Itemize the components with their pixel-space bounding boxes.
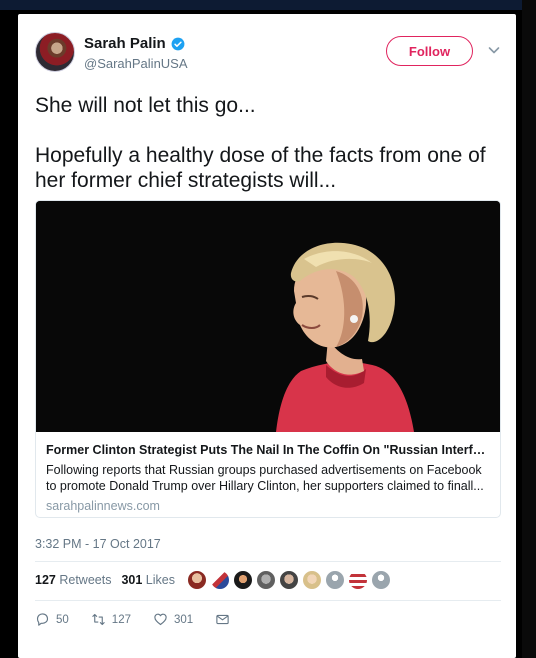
tweet-header: Sarah Palin @SarahPalinUSA Follow xyxy=(18,14,516,84)
liker-avatar[interactable] xyxy=(347,570,368,590)
liker-avatar[interactable] xyxy=(370,570,391,590)
liker-avatars xyxy=(186,570,391,590)
like-button[interactable]: 301 xyxy=(153,612,193,627)
reply-button[interactable]: 50 xyxy=(35,612,69,627)
retweets-label: Retweets xyxy=(59,573,112,587)
tweet-container: Sarah Palin @SarahPalinUSA Follow She wi… xyxy=(18,14,516,658)
card-domain[interactable]: sarahpalinnews.com xyxy=(46,499,490,513)
author-name[interactable]: Sarah Palin xyxy=(84,35,166,52)
divider-bottom xyxy=(35,600,501,601)
liker-avatar[interactable] xyxy=(209,570,230,590)
reply-icon xyxy=(36,613,49,626)
author-handle[interactable]: @SarahPalinUSA xyxy=(84,56,188,71)
liker-avatar[interactable] xyxy=(324,570,345,590)
tweet-text: She will not let this go... Hopefully a … xyxy=(35,94,486,192)
verified-badge-icon xyxy=(171,37,185,50)
card-description: Following reports that Russian groups pu… xyxy=(46,463,484,493)
retweet-count: 127 xyxy=(111,613,131,626)
likes-stat[interactable]: 301 Likes xyxy=(121,573,175,587)
card-image[interactable] xyxy=(36,201,500,432)
divider-top xyxy=(35,561,501,562)
liker-avatar[interactable] xyxy=(186,570,207,590)
retweet-icon xyxy=(92,613,105,626)
retweets-stat[interactable]: 127 Retweets xyxy=(35,573,111,587)
card-title[interactable]: Former Clinton Strategist Puts The Nail … xyxy=(46,442,490,459)
retweets-count: 127 xyxy=(35,573,56,587)
window-right-strip xyxy=(522,0,536,658)
retweet-button[interactable]: 127 xyxy=(91,612,131,627)
window-top-strip xyxy=(0,0,536,10)
reply-count: 50 xyxy=(56,613,69,626)
card-body: Former Clinton Strategist Puts The Nail … xyxy=(36,432,500,513)
envelope-icon xyxy=(216,614,229,625)
liker-avatar[interactable] xyxy=(255,570,276,590)
avatar[interactable] xyxy=(35,32,75,72)
like-count: 301 xyxy=(173,613,194,626)
follow-button[interactable]: Follow xyxy=(386,36,473,66)
heart-icon xyxy=(154,613,167,626)
tweet-timestamp[interactable]: 3:32 PM - 17 Oct 2017 xyxy=(35,537,161,551)
liker-avatar[interactable] xyxy=(301,570,322,590)
likes-label: Likes xyxy=(145,573,175,587)
direct-message-button[interactable] xyxy=(215,612,230,627)
chevron-down-icon[interactable] xyxy=(486,42,502,58)
likes-count: 301 xyxy=(121,573,143,587)
liker-avatar[interactable] xyxy=(232,570,253,590)
link-card[interactable]: Former Clinton Strategist Puts The Nail … xyxy=(35,200,501,518)
tweet-actions: 50 127 301 xyxy=(35,612,252,627)
author-name-row[interactable]: Sarah Palin xyxy=(84,35,185,52)
tweet-stats: 127 Retweets 301 Likes xyxy=(35,566,391,594)
liker-avatar[interactable] xyxy=(278,570,299,590)
